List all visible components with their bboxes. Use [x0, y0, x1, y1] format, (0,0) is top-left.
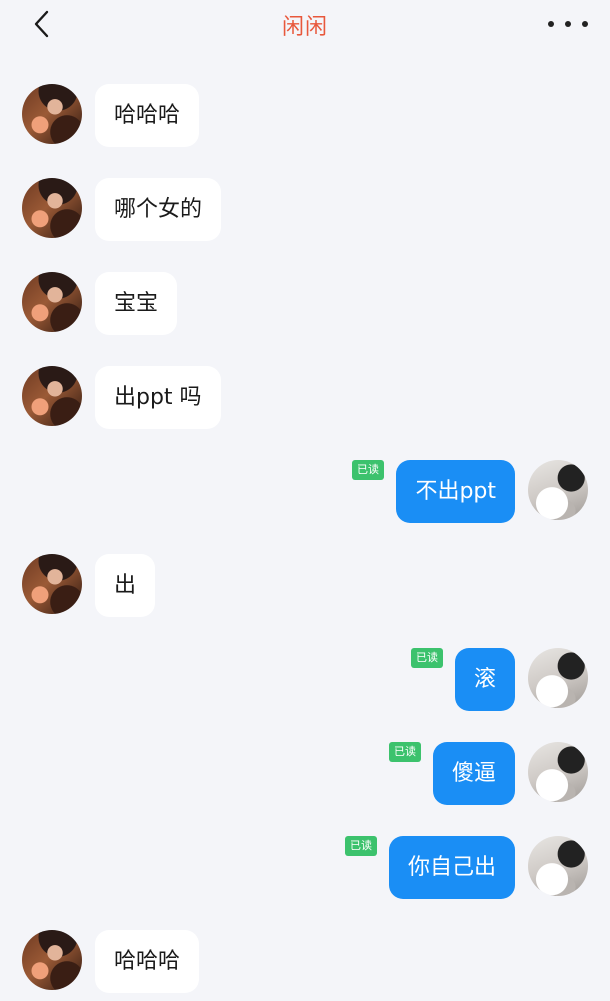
more-horizontal-icon: [548, 21, 554, 27]
message-bubble[interactable]: 傻逼: [432, 742, 515, 805]
incoming-message: 宝宝: [0, 272, 610, 336]
contact-avatar[interactable]: [22, 272, 82, 332]
message-bubble[interactable]: 不出ppt: [396, 460, 515, 523]
message-bubble[interactable]: 出: [95, 554, 156, 617]
contact-avatar[interactable]: [22, 554, 82, 614]
contact-avatar[interactable]: [22, 366, 82, 426]
incoming-message: 出: [0, 554, 610, 618]
contact-avatar[interactable]: [22, 84, 82, 144]
outgoing-message: 不出ppt 已读: [0, 460, 610, 524]
read-status-badge: 已读: [411, 648, 443, 668]
message-bubble[interactable]: 哈哈哈: [95, 930, 200, 993]
outgoing-message: 傻逼 已读: [0, 742, 610, 806]
read-status-badge: 已读: [389, 742, 421, 762]
message-bubble[interactable]: 滚: [454, 648, 515, 711]
chat-header: 闲闲: [0, 0, 610, 50]
incoming-message: 哈哈哈: [0, 84, 610, 148]
chat-title: 闲闲: [281, 15, 328, 40]
my-avatar[interactable]: [528, 648, 588, 708]
message-bubble[interactable]: 哈哈哈: [95, 84, 200, 147]
contact-avatar[interactable]: [22, 178, 82, 238]
incoming-message: 出ppt 吗: [0, 366, 610, 430]
message-bubble[interactable]: 宝宝: [95, 272, 178, 335]
read-status-badge: 已读: [345, 836, 377, 856]
contact-avatar[interactable]: [22, 930, 82, 990]
message-bubble[interactable]: 你自己出: [388, 836, 515, 899]
incoming-message: 哪个女的: [0, 178, 610, 242]
message-list[interactable]: 哈哈哈 哪个女的 宝宝 出ppt 吗不出ppt 已读出滚已读 傻逼 已读 你自己出 已读 哈哈哈: [0, 0, 610, 1001]
outgoing-message: 你自己出 已读: [0, 836, 610, 900]
outgoing-message: 滚已读: [0, 648, 610, 712]
incoming-message: 哈哈哈: [0, 930, 610, 994]
my-avatar[interactable]: [528, 836, 588, 896]
message-bubble[interactable]: 出ppt 吗: [95, 366, 221, 429]
my-avatar[interactable]: [528, 460, 588, 520]
more-options-button[interactable]: [548, 10, 588, 38]
message-bubble[interactable]: 哪个女的: [95, 178, 222, 241]
read-status-badge: 已读: [352, 460, 384, 480]
my-avatar[interactable]: [528, 742, 588, 802]
